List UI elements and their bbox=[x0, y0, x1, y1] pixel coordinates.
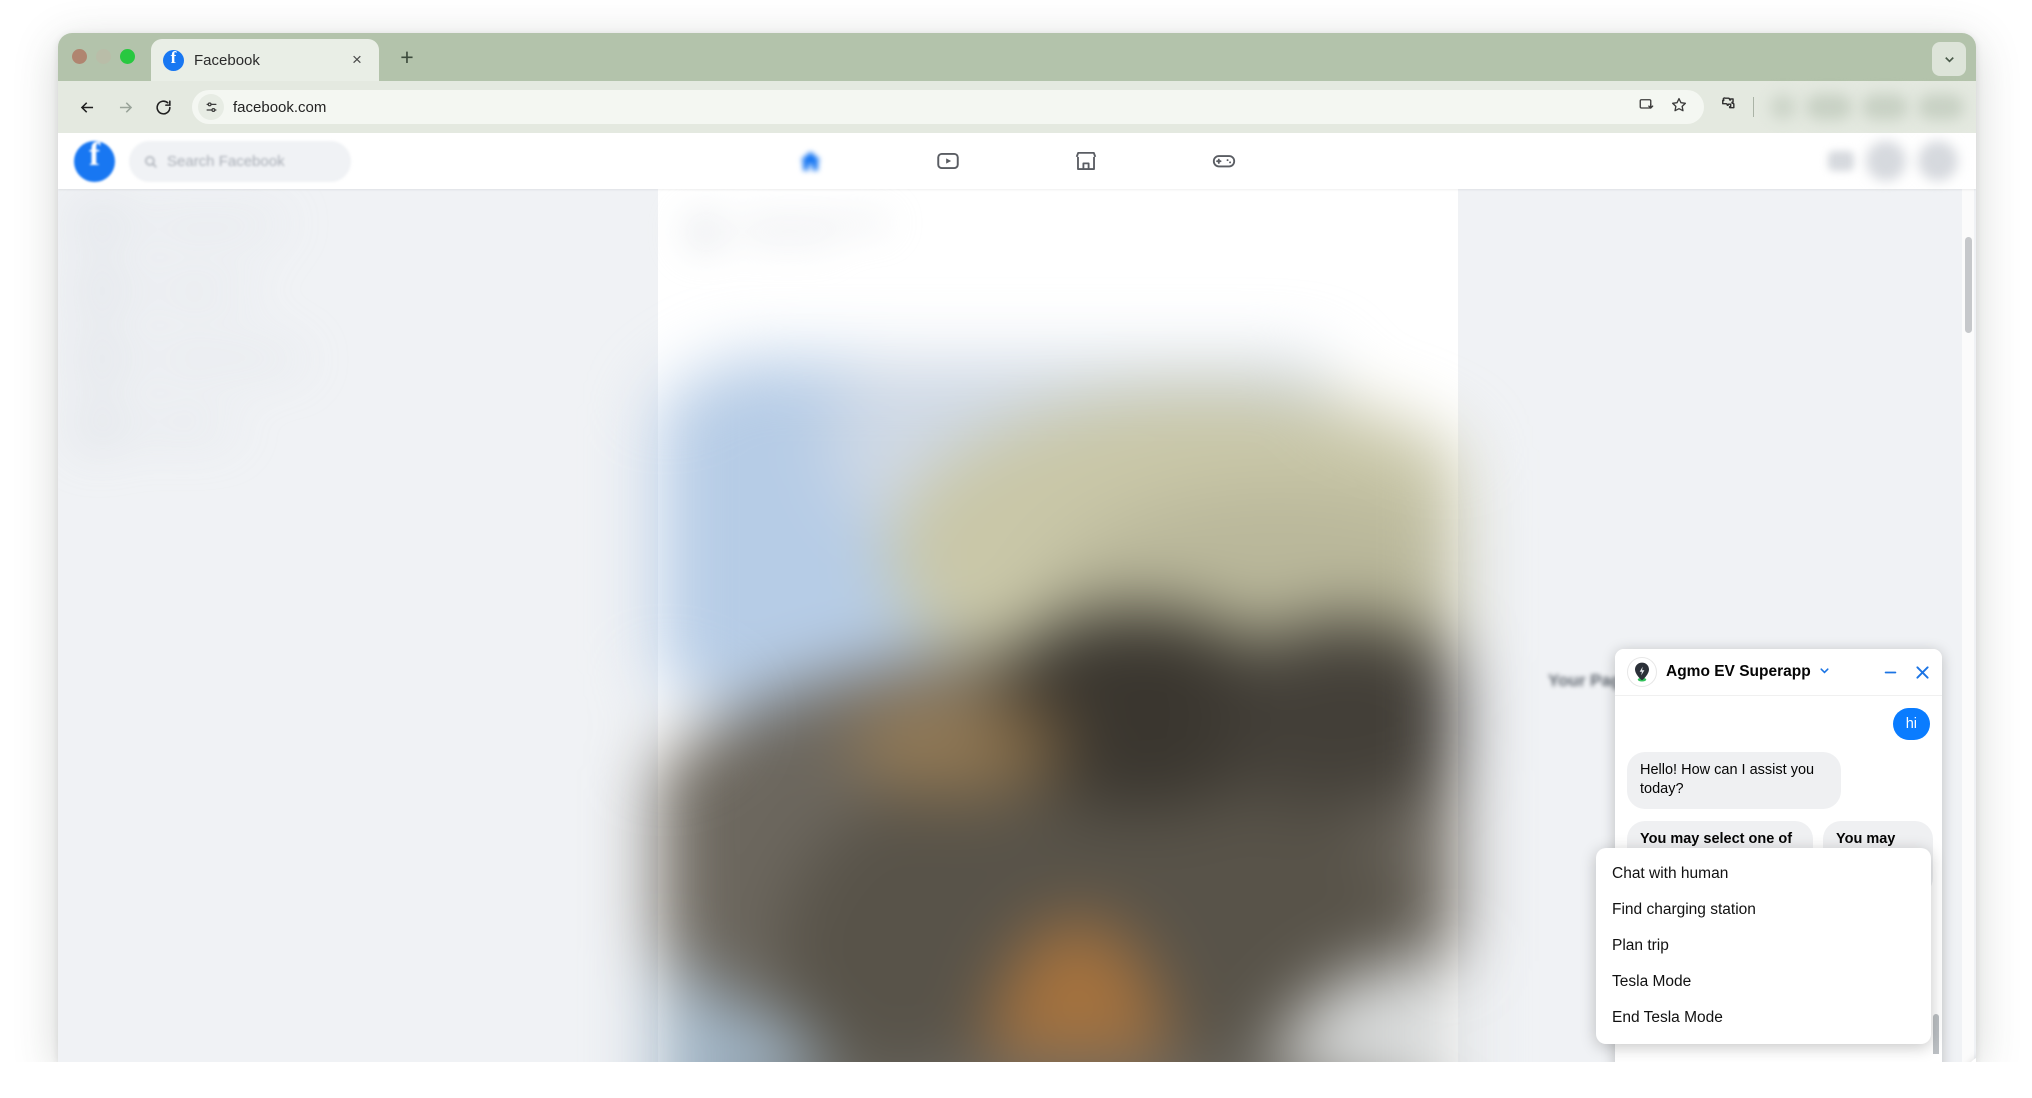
new-tab-button[interactable]: + bbox=[393, 44, 421, 72]
chevron-down-icon[interactable] bbox=[1818, 664, 1831, 680]
left-sidebar bbox=[58, 189, 418, 1062]
header-blurred-item[interactable] bbox=[1828, 151, 1854, 171]
profile-avatar-blurred[interactable] bbox=[1770, 94, 1796, 120]
chat-header-actions bbox=[1882, 663, 1932, 682]
chat-title: Agmo EV Superapp bbox=[1666, 663, 1811, 680]
header-blurred-avatar[interactable] bbox=[1866, 141, 1906, 181]
search-input[interactable]: Search Facebook bbox=[129, 140, 351, 182]
nav-video[interactable] bbox=[879, 133, 1017, 189]
browser-window: Facebook × + bbox=[58, 33, 1976, 1062]
window-traffic-lights bbox=[72, 33, 135, 81]
chat-scrollbar-thumb[interactable] bbox=[1933, 1014, 1939, 1054]
list-item[interactable] bbox=[58, 257, 418, 325]
chevron-down-icon bbox=[1944, 56, 1954, 63]
outgoing-message-bubble: hi bbox=[1892, 708, 1930, 740]
message-row: Hello! How can I assist you today? bbox=[1627, 752, 1930, 809]
tab-title: Facebook bbox=[194, 51, 260, 69]
desktop-bottom-strip bbox=[0, 1062, 2032, 1098]
zoom-window-button[interactable] bbox=[120, 48, 135, 64]
url-text: facebook.com bbox=[233, 98, 327, 116]
minimize-window-button[interactable] bbox=[96, 48, 111, 64]
ev-pin-avatar-icon[interactable] bbox=[1627, 657, 1657, 687]
close-chat-button[interactable] bbox=[1913, 663, 1932, 682]
tab-list-button[interactable] bbox=[1932, 42, 1966, 76]
close-window-button[interactable] bbox=[72, 48, 87, 64]
marketplace-icon bbox=[1075, 151, 1097, 170]
browser-tab-strip: Facebook × + bbox=[58, 33, 1976, 81]
header-blurred-action[interactable] bbox=[1918, 141, 1958, 181]
search-placeholder: Search Facebook bbox=[167, 152, 285, 170]
dropdown-item-plan-trip[interactable]: Plan trip bbox=[1596, 928, 1931, 964]
page-scrollbar[interactable] bbox=[1962, 189, 1974, 1062]
back-button[interactable] bbox=[70, 90, 104, 124]
arrow-right-icon bbox=[119, 101, 132, 113]
dropdown-item-end-tesla-mode[interactable]: End Tesla Mode bbox=[1596, 1000, 1931, 1036]
feed-post-header bbox=[658, 189, 1458, 359]
facebook-header: Search Facebook bbox=[58, 133, 1976, 189]
site-settings-icon[interactable] bbox=[198, 94, 224, 120]
video-icon bbox=[937, 152, 959, 170]
incoming-message-bubble: Hello! How can I assist you today? bbox=[1627, 752, 1841, 809]
close-icon bbox=[1916, 665, 1929, 679]
list-item[interactable] bbox=[58, 393, 418, 461]
reload-icon bbox=[155, 99, 171, 115]
gaming-icon bbox=[1212, 155, 1236, 168]
chat-header: Agmo EV Superapp bbox=[1615, 649, 1942, 696]
dropdown-item-tesla-mode[interactable]: Tesla Mode bbox=[1596, 964, 1931, 1000]
toolbar-blurred-item-1[interactable] bbox=[1806, 94, 1852, 120]
star-icon[interactable] bbox=[1670, 96, 1688, 119]
reload-button[interactable] bbox=[146, 90, 180, 124]
chat-options-dropdown: Chat with human Find charging station Pl… bbox=[1596, 848, 1931, 1044]
nav-gaming[interactable] bbox=[1155, 133, 1293, 189]
facebook-favicon-icon bbox=[163, 48, 184, 71]
scrollbar-thumb[interactable] bbox=[1965, 237, 1972, 333]
feed-photo-blurred[interactable] bbox=[658, 359, 1458, 1062]
toolbar-divider bbox=[1753, 97, 1754, 117]
page-viewport: Search Facebook bbox=[58, 133, 1976, 1062]
toolbar-right-actions bbox=[1718, 94, 1964, 120]
message-row: hi bbox=[1627, 708, 1930, 740]
home-icon bbox=[799, 151, 821, 170]
nav-home[interactable] bbox=[741, 133, 879, 189]
toolbar-blurred-item-2[interactable] bbox=[1862, 94, 1908, 120]
forward-button[interactable] bbox=[108, 90, 142, 124]
desktop-backdrop: Facebook × + bbox=[0, 0, 2032, 1098]
minimize-icon bbox=[1884, 671, 1897, 673]
facebook-logo[interactable] bbox=[74, 137, 115, 182]
nav-marketplace[interactable] bbox=[1017, 133, 1155, 189]
dropdown-item-chat-with-human[interactable]: Chat with human bbox=[1596, 856, 1931, 892]
list-item[interactable] bbox=[58, 189, 418, 257]
chat-composer-toolbar: GIF Aa bbox=[1615, 1054, 1942, 1062]
facebook-primary-nav bbox=[741, 133, 1293, 189]
tune-icon bbox=[206, 101, 216, 112]
puzzle-icon[interactable] bbox=[1718, 95, 1737, 119]
browser-tab[interactable]: Facebook × bbox=[151, 39, 379, 81]
browser-toolbar: facebook.com bbox=[58, 81, 1976, 133]
toolbar-blurred-item-3[interactable] bbox=[1918, 94, 1964, 120]
list-item[interactable] bbox=[58, 325, 418, 393]
arrow-left-icon bbox=[80, 101, 93, 113]
search-icon bbox=[145, 155, 157, 168]
install-app-icon[interactable] bbox=[1638, 96, 1656, 119]
facebook-header-right bbox=[1828, 141, 1958, 181]
address-bar[interactable]: facebook.com bbox=[192, 90, 1704, 124]
close-icon[interactable]: × bbox=[347, 50, 367, 70]
dropdown-item-find-charging-station[interactable]: Find charging station bbox=[1596, 892, 1931, 928]
minimize-chat-button[interactable] bbox=[1882, 664, 1899, 681]
feed-post-card bbox=[658, 189, 1458, 1062]
